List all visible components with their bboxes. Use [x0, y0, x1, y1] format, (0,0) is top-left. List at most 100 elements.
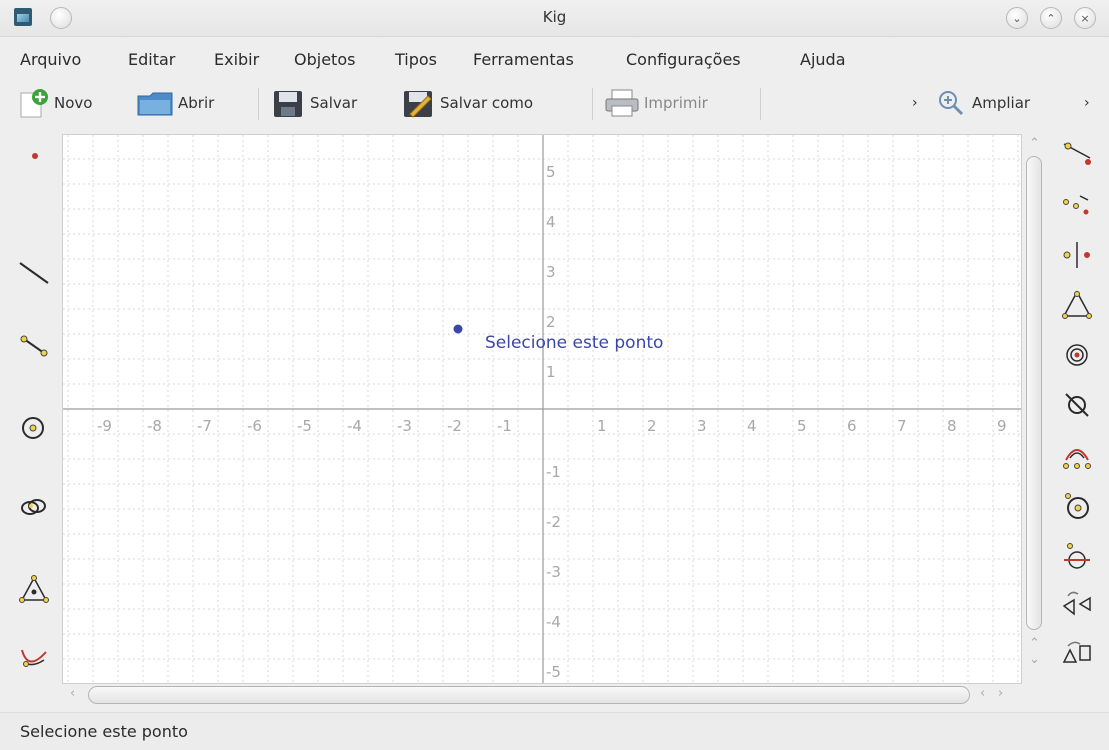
left-toolbar	[0, 134, 60, 694]
close-button[interactable]: ×	[1074, 7, 1096, 29]
zoom-in-icon	[939, 91, 964, 116]
y-tick-label: 4	[546, 213, 556, 231]
drawing-canvas[interactable]: 0-9-8-7-6-5-4-3-2-112345678954321-1-2-3-…	[62, 134, 1022, 684]
y-tick-label: -1	[546, 463, 561, 481]
chevron-right-icon: ›	[912, 95, 918, 111]
scroll-left-icon[interactable]: ‹	[70, 686, 75, 701]
folder-icon	[137, 92, 173, 116]
new-button[interactable]: Novo	[18, 88, 92, 118]
x-tick-label: -8	[147, 417, 162, 435]
menu-ajuda[interactable]: Ajuda	[800, 50, 846, 69]
y-tick-label: 2	[546, 313, 556, 331]
conic-icon[interactable]	[18, 492, 50, 524]
scroll-left-icon[interactable]: ‹	[980, 686, 985, 701]
open-button[interactable]: Abrir	[136, 88, 214, 118]
point-icon[interactable]	[20, 146, 50, 176]
title-bar: Kig ⌄ ⌃ ×	[0, 0, 1109, 37]
horizontal-scrollbar[interactable]	[88, 686, 970, 704]
scroll-up-icon[interactable]: ⌃	[1029, 136, 1040, 151]
x-tick-label: 9	[997, 417, 1007, 435]
triangle-point-icon[interactable]	[1060, 288, 1094, 322]
coordinate-grid[interactable]: 0-9-8-7-6-5-4-3-2-112345678954321-1-2-3-…	[63, 135, 1021, 683]
menu-ferramentas[interactable]: Ferramentas	[473, 50, 574, 69]
x-tick-label: 7	[897, 417, 907, 435]
x-tick-label: 2	[647, 417, 657, 435]
minimize-button[interactable]: ⌄	[1006, 7, 1028, 29]
new-document-icon	[20, 89, 48, 118]
menu-objetos[interactable]: Objetos	[294, 50, 355, 69]
open-label: Abrir	[178, 94, 215, 112]
x-tick-label: -5	[297, 417, 312, 435]
mirror-icon[interactable]	[1060, 586, 1094, 620]
y-tick-label: -4	[546, 613, 561, 631]
arc-icon[interactable]	[1060, 438, 1094, 472]
status-bar: Selecione este ponto	[0, 712, 1109, 750]
x-tick-label: 6	[847, 417, 857, 435]
parallel-icon[interactable]	[1060, 188, 1094, 222]
x-tick-label: -3	[397, 417, 412, 435]
perpendicular-icon[interactable]	[1060, 238, 1094, 272]
save-as-button[interactable]: Salvar como	[402, 88, 533, 118]
y-tick-label: -3	[546, 563, 561, 581]
x-tick-label: 4	[747, 417, 757, 435]
triangle-icon[interactable]	[18, 574, 50, 606]
line-two-points-icon[interactable]	[1060, 134, 1094, 168]
print-label: Imprimir	[644, 94, 708, 112]
no-circle-icon[interactable]	[1060, 388, 1094, 422]
save-label: Salvar	[310, 94, 358, 112]
y-tick-label: 3	[546, 263, 556, 281]
vertical-scrollbar[interactable]	[1026, 156, 1042, 630]
x-tick-label: 5	[797, 417, 807, 435]
transform-icon[interactable]	[1060, 636, 1094, 670]
toolbar-overflow-left[interactable]: ›	[912, 88, 918, 118]
new-label: Novo	[54, 94, 93, 112]
x-tick-label: -6	[247, 417, 262, 435]
save-as-label: Salvar como	[440, 94, 534, 112]
save-as-icon	[404, 91, 432, 118]
x-tick-label: -1	[497, 417, 512, 435]
x-tick-label: -7	[197, 417, 212, 435]
chevron-right-icon: ›	[1084, 95, 1090, 111]
menu-tipos[interactable]: Tipos	[395, 50, 437, 69]
x-tick-label: 8	[947, 417, 957, 435]
window-title: Kig	[542, 8, 567, 26]
scroll-up-icon[interactable]: ⌃	[1029, 636, 1040, 651]
x-tick-label: -4	[347, 417, 362, 435]
scroll-right-icon[interactable]: ›	[998, 686, 1003, 701]
toolbar-overflow-right[interactable]: ›	[1084, 88, 1090, 118]
concentric-circle-icon[interactable]	[1060, 338, 1094, 372]
intersection-icon[interactable]	[1060, 538, 1094, 572]
print-button[interactable]: Imprimir	[604, 88, 708, 118]
x-tick-label: -2	[447, 417, 462, 435]
toolbar-separator	[760, 88, 761, 120]
maximize-button[interactable]: ⌃	[1040, 7, 1062, 29]
y-tick-label: 5	[546, 163, 556, 181]
menu-exibir[interactable]: Exibir	[214, 50, 259, 69]
y-tick-label: -2	[546, 513, 561, 531]
curve-icon[interactable]	[18, 642, 50, 674]
x-tick-label: 3	[697, 417, 707, 435]
toolbar-separator	[258, 88, 259, 120]
circle-icon[interactable]	[18, 412, 50, 444]
y-tick-label: 1	[546, 363, 556, 381]
menu-arquivo[interactable]: Arquivo	[20, 50, 81, 69]
x-tick-label: -9	[97, 417, 112, 435]
scroll-down-icon[interactable]: ⌄	[1029, 652, 1040, 667]
circle-center-icon[interactable]	[1060, 488, 1094, 522]
menu-configuracoes[interactable]: Configurações	[626, 50, 741, 69]
menu-editar[interactable]: Editar	[128, 50, 175, 69]
x-tick-label: 1	[597, 417, 607, 435]
line-icon[interactable]	[18, 259, 50, 291]
save-button[interactable]: Salvar	[272, 88, 357, 118]
geometric-point[interactable]	[453, 324, 463, 334]
main-toolbar: Novo Abrir Salvar Salvar como Imprimir ›…	[0, 80, 1109, 126]
printer-icon	[605, 89, 639, 117]
zoom-label: Ampliar	[972, 94, 1031, 112]
right-toolbar	[1052, 134, 1109, 674]
toolbar-separator	[592, 88, 593, 120]
segment-icon[interactable]	[18, 329, 50, 361]
zoom-in-button[interactable]: Ampliar	[936, 88, 1030, 118]
y-tick-label: -5	[546, 663, 561, 681]
status-text: Selecione este ponto	[20, 722, 188, 741]
point-tooltip-label: Selecione este ponto	[485, 333, 663, 353]
